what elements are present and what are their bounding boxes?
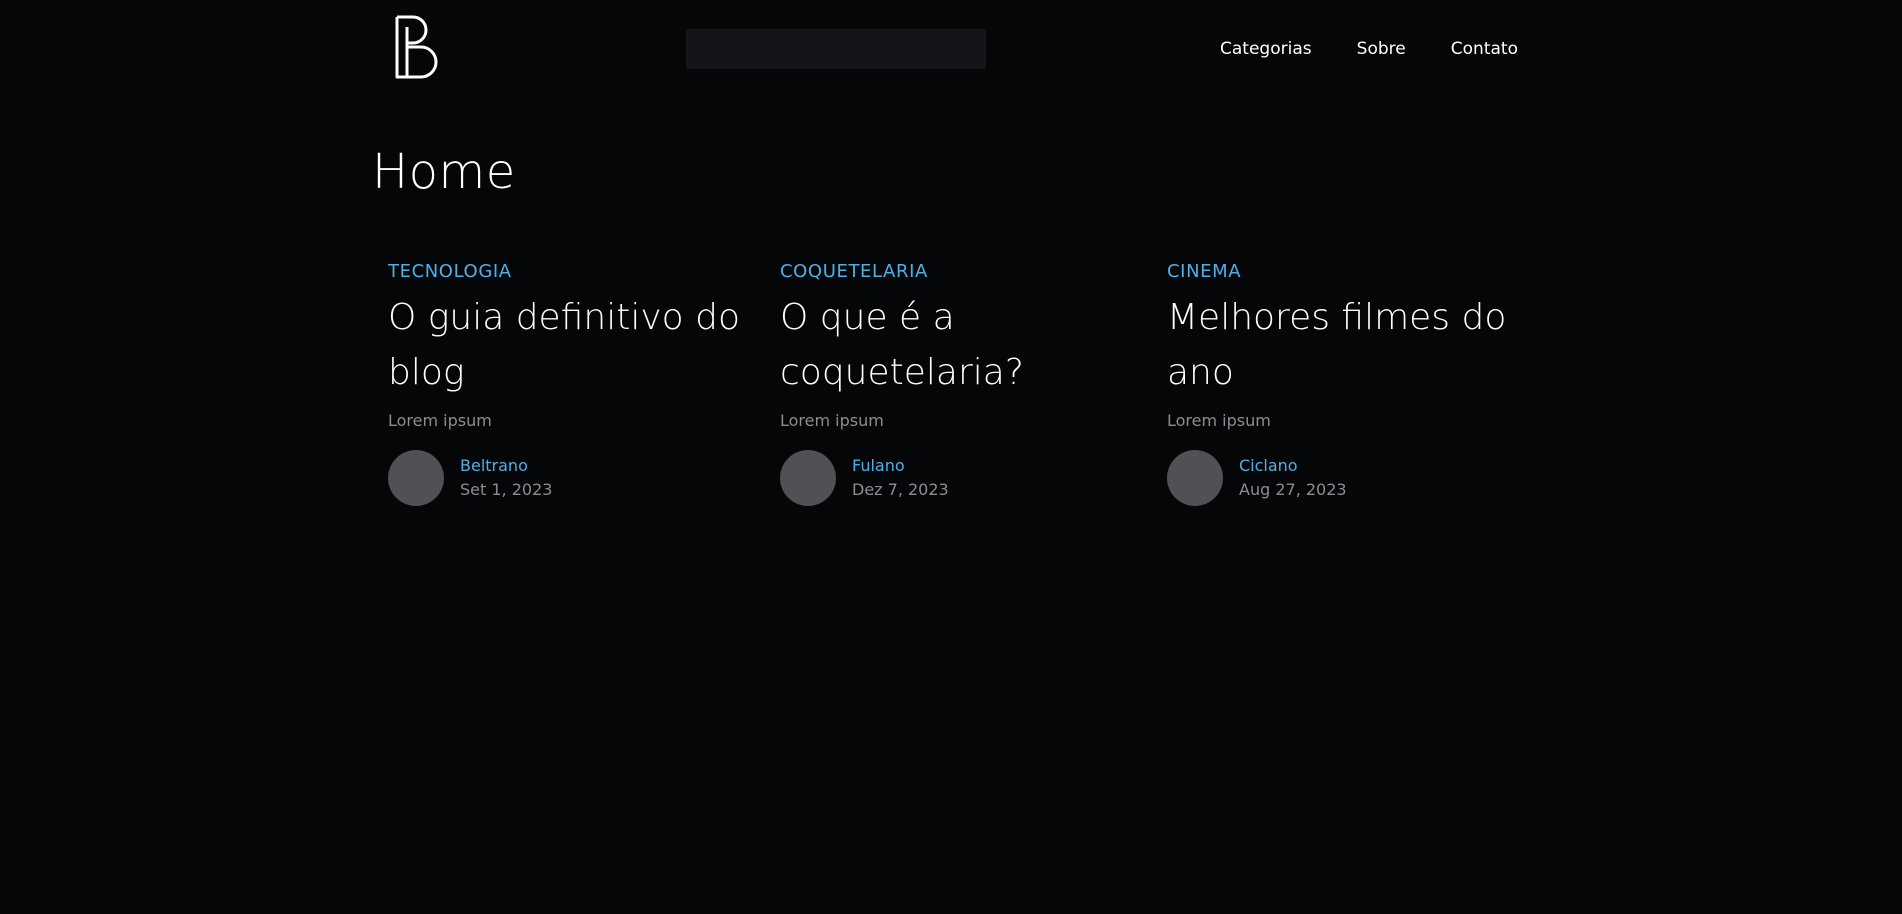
post-excerpt: Lorem ipsum	[388, 411, 492, 430]
post-author: Ciclano Aug 27, 2023	[1167, 450, 1537, 506]
page-title: Home	[372, 144, 516, 200]
post-date: Dez 7, 2023	[852, 480, 949, 499]
b-logo-icon	[395, 15, 438, 79]
search-input[interactable]	[686, 29, 986, 69]
post-card: CINEMA Melhores filmes do ano Lorem ipsu…	[1167, 258, 1537, 506]
post-date: Set 1, 2023	[460, 480, 553, 499]
post-excerpt: Lorem ipsum	[780, 411, 884, 430]
post-title[interactable]: O guia definitivo do blog	[388, 290, 760, 400]
post-category[interactable]: TECNOLOGIA	[388, 258, 760, 286]
author-name[interactable]: Ciclano	[1239, 454, 1347, 478]
post-category[interactable]: CINEMA	[1167, 258, 1537, 286]
post-excerpt: Lorem ipsum	[1167, 411, 1271, 430]
author-name[interactable]: Fulano	[852, 454, 949, 478]
post-card: TECNOLOGIA O guia definitivo do blog Lor…	[388, 258, 760, 506]
avatar	[780, 450, 836, 506]
avatar	[1167, 450, 1223, 506]
nav-item-categorias[interactable]: Categorias	[1220, 37, 1312, 61]
post-date: Aug 27, 2023	[1239, 480, 1347, 499]
post-author: Beltrano Set 1, 2023	[388, 450, 760, 506]
author-info: Ciclano Aug 27, 2023	[1239, 454, 1347, 502]
nav-item-sobre[interactable]: Sobre	[1357, 37, 1406, 61]
author-info: Fulano Dez 7, 2023	[852, 454, 949, 502]
author-name[interactable]: Beltrano	[460, 454, 552, 478]
post-title[interactable]: O que é a coquetelaria?	[780, 290, 1120, 400]
avatar	[388, 450, 444, 506]
author-info: Beltrano Set 1, 2023	[460, 454, 552, 502]
main-nav: Categorias Sobre Contato	[1220, 37, 1518, 61]
page: Categorias Sobre Contato Home TECNOLOGIA…	[0, 0, 1902, 914]
post-title[interactable]: Melhores filmes do ano	[1167, 290, 1537, 400]
nav-item-contato[interactable]: Contato	[1451, 37, 1518, 61]
post-card: COQUETELARIA O que é a coquetelaria? Lor…	[780, 258, 1120, 506]
post-author: Fulano Dez 7, 2023	[780, 450, 1120, 506]
post-category[interactable]: COQUETELARIA	[780, 258, 1120, 286]
